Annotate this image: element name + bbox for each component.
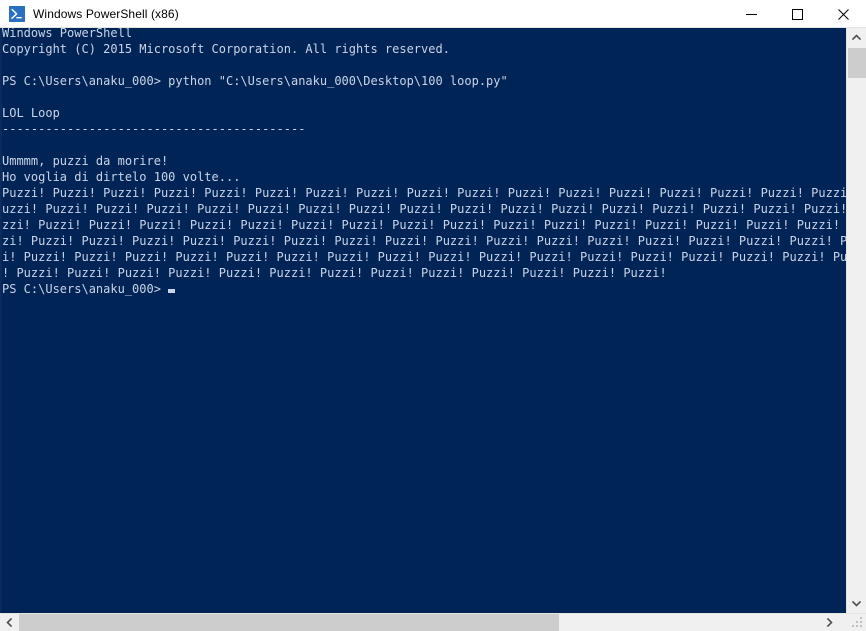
text-cursor xyxy=(167,289,175,293)
console-line: Puzzi! Puzzi! Puzzi! Puzzi! Puzzi! Puzzi… xyxy=(2,186,846,200)
chevron-up-icon xyxy=(852,34,861,41)
console-line: Ummmm, puzzi da morire! xyxy=(2,154,169,168)
minimize-icon xyxy=(745,13,757,15)
console-line: i! Puzzi! Puzzi! Puzzi! Puzzi! Puzzi! Pu… xyxy=(2,250,846,264)
vertical-scrollbar[interactable] xyxy=(846,28,866,613)
powershell-icon xyxy=(9,5,25,22)
horizontal-scrollbar[interactable] xyxy=(0,613,866,631)
scroll-up-button[interactable] xyxy=(847,28,866,47)
horizontal-scrollbar-thumb[interactable] xyxy=(19,614,559,631)
scroll-right-button[interactable] xyxy=(820,614,839,631)
terminal-text: Windows PowerShell Copyright (C) 2015 Mic… xyxy=(2,28,846,297)
maximize-button[interactable] xyxy=(774,0,820,28)
console-line: zi! Puzzi! Puzzi! Puzzi! Puzzi! Puzzi! P… xyxy=(2,234,846,248)
console-line: uzzi! Puzzi! Puzzi! Puzzi! Puzzi! Puzzi!… xyxy=(2,202,846,216)
console-prompt-line: PS C:\Users\anaku_000> xyxy=(2,281,846,297)
console-output-area[interactable]: Windows PowerShell Copyright (C) 2015 Mic… xyxy=(0,28,866,613)
scroll-down-button[interactable] xyxy=(847,594,866,613)
chevron-down-icon xyxy=(852,600,861,607)
powershell-window: Windows PowerShell (x86) Windows PowerSh… xyxy=(0,0,866,631)
console-line: ! Puzzi! Puzzi! Puzzi! Puzzi! Puzzi! Puz… xyxy=(2,266,667,280)
close-icon xyxy=(837,8,849,20)
chevron-left-icon xyxy=(6,618,13,627)
vertical-scrollbar-thumb[interactable] xyxy=(848,48,866,78)
console-line: Copyright (C) 2015 Microsoft Corporation… xyxy=(2,42,450,56)
caption-buttons xyxy=(728,0,866,28)
minimize-button[interactable] xyxy=(728,0,774,28)
console-line: LOL Loop xyxy=(2,106,60,120)
window-title: Windows PowerShell (x86) xyxy=(33,6,179,21)
maximize-icon xyxy=(791,8,803,20)
console-line: Windows PowerShell xyxy=(2,28,133,40)
chevron-right-icon xyxy=(826,618,833,627)
scroll-left-button[interactable] xyxy=(0,614,19,631)
console-text-container: Windows PowerShell Copyright (C) 2015 Mic… xyxy=(2,28,846,613)
console-line: Ho voglia di dirtelo 100 volte... xyxy=(2,170,241,184)
console-line: ----------------------------------------… xyxy=(2,122,306,136)
prompt-text: PS C:\Users\anaku_000> xyxy=(2,282,161,296)
console-line: zzi! Puzzi! Puzzi! Puzzi! Puzzi! Puzzi! … xyxy=(2,218,846,232)
titlebar[interactable]: Windows PowerShell (x86) xyxy=(0,0,866,28)
resize-grip[interactable] xyxy=(852,617,864,629)
close-button[interactable] xyxy=(820,0,866,28)
console-line: PS C:\Users\anaku_000> python "C:\Users\… xyxy=(2,74,508,88)
